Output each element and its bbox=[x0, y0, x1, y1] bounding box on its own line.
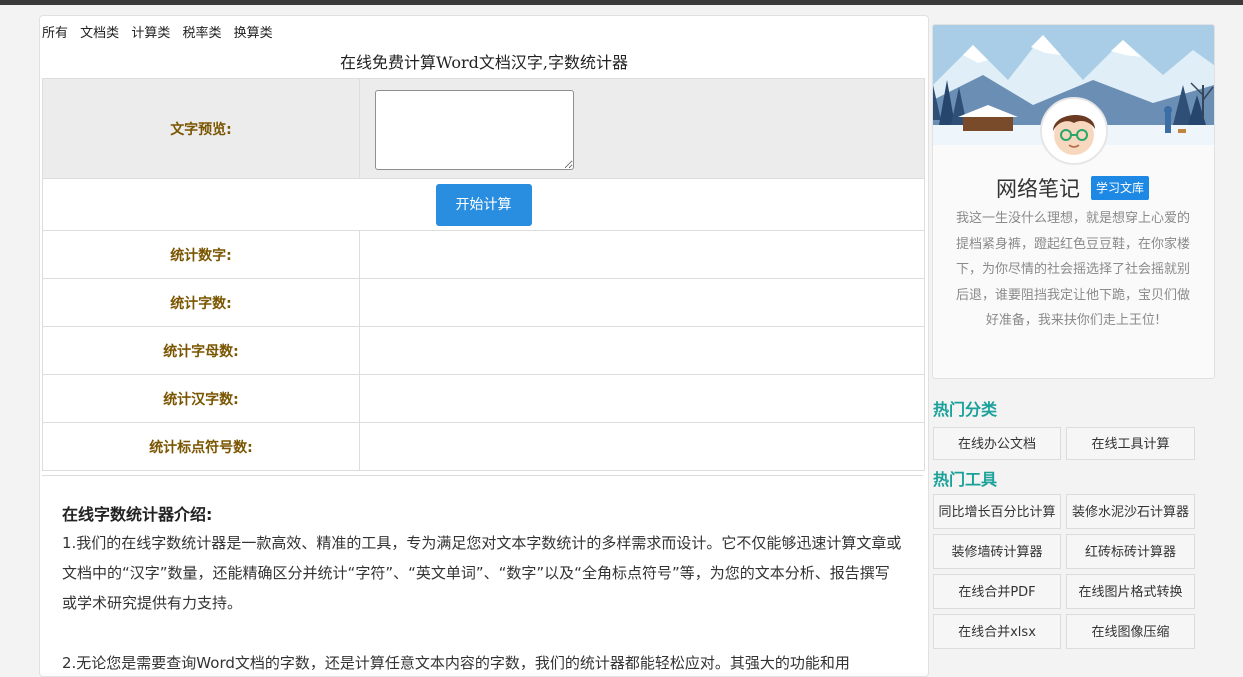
stat-value-hanzi bbox=[359, 374, 925, 423]
profile-bio: 我这一生没什么理想，就是想穿上心爱的提档紧身裤，蹬起红色豆豆鞋，在你家楼下，为你… bbox=[955, 211, 1190, 328]
stat-row-hanzi: 统计汉字数: bbox=[42, 374, 925, 423]
stat-row-digits: 统计数字: bbox=[42, 230, 925, 279]
profile-badge[interactable]: 学习文库 bbox=[1091, 176, 1150, 200]
category-tool-calc[interactable]: 在线工具计算 bbox=[1066, 427, 1195, 460]
nav-item-calculation[interactable]: 计算类 bbox=[131, 26, 170, 41]
avatar[interactable] bbox=[1040, 97, 1108, 165]
top-bar bbox=[0, 0, 1243, 5]
word-count-form: 文字预览: 开始计算 统计数字: 统计字数: 统计字母数: 统计汉字数: 统计标… bbox=[42, 78, 925, 471]
category-nav: 所有 文档类 计算类 税率类 换算类 bbox=[42, 22, 281, 41]
stat-row-letters: 统计字母数: bbox=[42, 326, 925, 375]
hot-tools-title: 热门工具 bbox=[933, 470, 998, 489]
category-office-docs[interactable]: 在线办公文档 bbox=[933, 427, 1061, 460]
tool-yoy-growth[interactable]: 同比增长百分比计算 bbox=[933, 494, 1061, 529]
intro-paragraph-1: 1.我们的在线字数统计器是一款高效、精准的工具，专为满足您对文本字数统计的多样需… bbox=[62, 534, 902, 612]
tool-image-convert[interactable]: 在线图片格式转换 bbox=[1066, 574, 1195, 609]
stat-row-punctuation: 统计标点符号数: bbox=[42, 422, 925, 471]
main-panel: 所有 文档类 计算类 税率类 换算类 在线免费计算Word文档汉字,字数统计器 … bbox=[39, 15, 929, 677]
stat-label-chars: 统计字数: bbox=[42, 278, 360, 327]
stat-value-letters bbox=[359, 326, 925, 375]
nav-item-conversion[interactable]: 换算类 bbox=[234, 26, 273, 41]
nav-item-documents[interactable]: 文档类 bbox=[80, 26, 119, 41]
nav-item-all[interactable]: 所有 bbox=[42, 26, 68, 41]
stat-value-chars bbox=[359, 278, 925, 327]
stat-row-chars: 统计字数: bbox=[42, 278, 925, 327]
intro-heading: 在线字数统计器介绍: bbox=[62, 505, 213, 524]
tool-merge-xlsx[interactable]: 在线合并xlsx bbox=[933, 614, 1061, 649]
stat-label-letters: 统计字母数: bbox=[42, 326, 360, 375]
tool-image-compress[interactable]: 在线图像压缩 bbox=[1066, 614, 1195, 649]
stat-value-digits bbox=[359, 230, 925, 279]
start-calculate-button[interactable]: 开始计算 bbox=[435, 183, 532, 226]
tool-red-brick[interactable]: 红砖标砖计算器 bbox=[1066, 534, 1195, 569]
hot-categories-title: 热门分类 bbox=[933, 400, 998, 419]
stat-label-punctuation: 统计标点符号数: bbox=[42, 422, 360, 471]
stat-value-punctuation bbox=[359, 422, 925, 471]
page-title: 在线免费计算Word文档汉字,字数统计器 bbox=[340, 53, 628, 72]
tool-cement-sand[interactable]: 装修水泥沙石计算器 bbox=[1066, 494, 1195, 529]
intro-section: 在线字数统计器介绍: 1.我们的在线字数统计器是一款高效、精准的工具，专为满足您… bbox=[42, 475, 923, 676]
button-row: 开始计算 bbox=[42, 178, 925, 231]
tool-wall-tile[interactable]: 装修墙砖计算器 bbox=[933, 534, 1061, 569]
text-preview-input[interactable] bbox=[375, 90, 574, 170]
stat-label-digits: 统计数字: bbox=[42, 230, 360, 279]
preview-cell bbox=[359, 78, 925, 179]
profile-card: 网络笔记 学习文库 我这一生没什么理想，就是想穿上心爱的提档紧身裤，蹬起红色豆豆… bbox=[932, 24, 1215, 379]
profile-name: 网络笔记 bbox=[996, 177, 1080, 201]
intro-paragraph-2: 2.无论您是需要查询Word文档的字数，还是计算任意文本内容的字数，我们的统计器… bbox=[62, 654, 850, 672]
tool-merge-pdf[interactable]: 在线合并PDF bbox=[933, 574, 1061, 609]
nav-item-tax-rate[interactable]: 税率类 bbox=[182, 26, 221, 41]
stat-label-hanzi: 统计汉字数: bbox=[42, 374, 360, 423]
button-cell: 开始计算 bbox=[42, 178, 925, 231]
preview-row: 文字预览: bbox=[42, 78, 925, 179]
preview-label: 文字预览: bbox=[42, 78, 360, 179]
